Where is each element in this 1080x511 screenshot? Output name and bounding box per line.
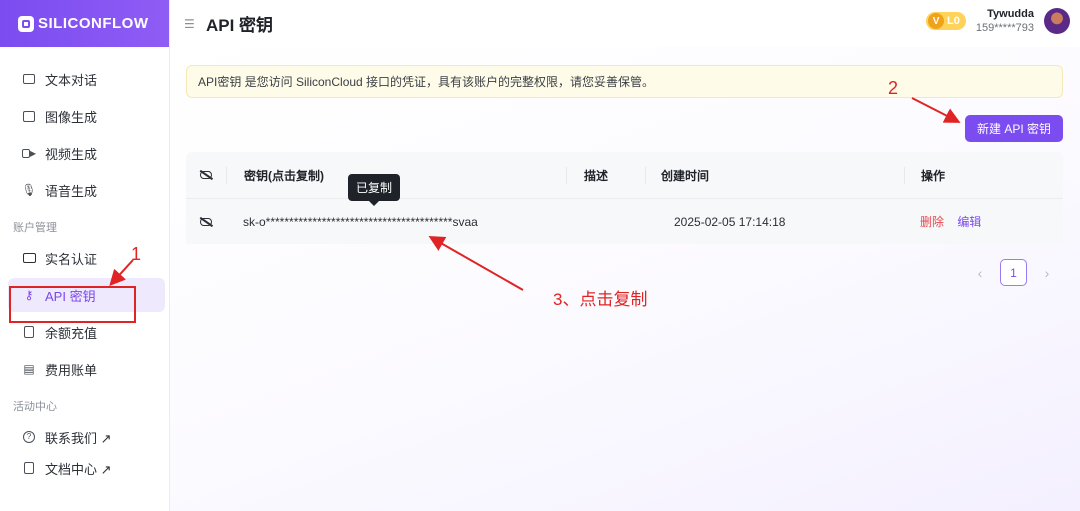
pagination: ‹ 1 › [970,259,1057,286]
sidebar-item-docs[interactable]: 文档中心 ↗ [8,451,165,485]
user-info[interactable]: Tywudda 159*****793 [976,8,1034,34]
user-name: Tywudda [987,8,1034,20]
sidebar-item-bills[interactable]: ▤ 费用账单 [8,352,165,386]
next-page-button[interactable]: › [1037,265,1057,281]
logo-text: SILICONFLOW [38,15,149,32]
id-card-icon [22,251,36,265]
sidebar-item-verification[interactable]: 实名认证 [8,241,165,275]
logo-icon [18,15,34,32]
sidebar-item-label: 联系我们 ↗ [45,430,112,446]
table-row: sk-o************************************… [186,198,1063,244]
menu-collapse-icon[interactable]: ☰ [184,17,198,31]
level-badge: V L0 [926,12,966,30]
bill-icon: ▤ [23,362,35,376]
user-area: V L0 Tywudda 159*****793 [926,8,1070,34]
sidebar-item-label: 文本对话 [45,72,98,88]
sidebar-item-label: 语音生成 [45,183,98,199]
page-title: API 密钥 [206,16,274,35]
annotation-step-2: 2 [888,78,899,98]
copied-tooltip: 已复制 [348,174,401,206]
toggle-visibility[interactable] [186,215,226,229]
main-content: API密钥 是您访问 SiliconCloud 接口的凭证，具有该账户的完整权限… [170,47,1080,511]
sidebar-item-contact[interactable]: ? 联系我们 ↗ [8,420,165,454]
level-v-icon: V [928,13,945,29]
sidebar-item-image-generation[interactable]: 图像生成 [8,99,165,133]
sidebar-item-voice-generation[interactable]: 🎙︎ 语音生成 [8,173,165,207]
row-actions: 删除 编辑 [904,213,1063,230]
annotation-highlight-box [9,286,136,323]
image-icon [22,109,36,123]
sidebar-nav: 文本对话 图像生成 ▸ 视频生成 🎙︎ 语音生成 账户管理 实名认证 ⚷ API… [0,47,169,485]
document-icon [22,461,36,475]
topbar: ☰ API 密钥 V L0 Tywudda 159*****793 [170,0,1080,47]
level-text: L0 [947,15,960,27]
wallet-icon [22,325,36,339]
api-key-created-time: 2025-02-05 17:14:18 [674,214,786,229]
delete-link[interactable]: 删除 [920,215,944,229]
sidebar-item-label: 视频生成 [45,146,98,162]
video-icon: ▸ [22,146,36,160]
sidebar: SILICONFLOW 文本对话 图像生成 ▸ 视频生成 🎙︎ 语音生成 账户管… [0,0,170,511]
eye-off-icon [200,171,212,179]
api-key-table: 密钥(点击复制) 描述 创建时间 操作 sk-o****************… [186,152,1063,244]
sidebar-item-label: 费用账单 [45,362,98,378]
toggle-visibility-all[interactable] [186,168,226,182]
edit-link[interactable]: 编辑 [957,215,981,229]
nav-group-activity: 活动中心 [13,401,57,413]
sidebar-item-label: 文档中心 ↗ [45,461,112,477]
sidebar-item-label: 图像生成 [45,109,98,125]
sidebar-item-text-chat[interactable]: 文本对话 [8,62,165,96]
nav-group-account: 账户管理 [13,222,57,234]
eye-off-icon [200,217,212,226]
sidebar-item-video-generation[interactable]: ▸ 视频生成 [8,136,165,170]
microphone-icon: 🎙︎ [21,183,37,197]
notice-banner: API密钥 是您访问 SiliconCloud 接口的凭证，具有该账户的完整权限… [186,65,1063,98]
new-api-key-button[interactable]: 新建 API 密钥 [965,115,1063,142]
column-header-ops: 操作 [904,166,1063,184]
column-header-desc: 描述 [566,166,645,184]
help-icon: ? [22,430,36,444]
sidebar-item-label: 实名认证 [45,251,98,267]
user-phone: 159*****793 [975,22,1034,34]
column-header-time: 创建时间 [645,166,904,184]
sidebar-item-label: 余额充值 [45,325,98,341]
api-key-value[interactable]: sk-o************************************… [226,215,566,229]
annotation-step-3: 3、点击复制 [553,290,648,309]
annotation-step-1: 1 [131,244,142,264]
prev-page-button[interactable]: ‹ [970,265,990,281]
table-header: 密钥(点击复制) 描述 创建时间 操作 [186,152,1063,198]
page-number-current[interactable]: 1 [1000,259,1027,286]
avatar[interactable] [1044,8,1070,34]
logo[interactable]: SILICONFLOW [0,0,169,47]
chat-icon [22,72,36,86]
